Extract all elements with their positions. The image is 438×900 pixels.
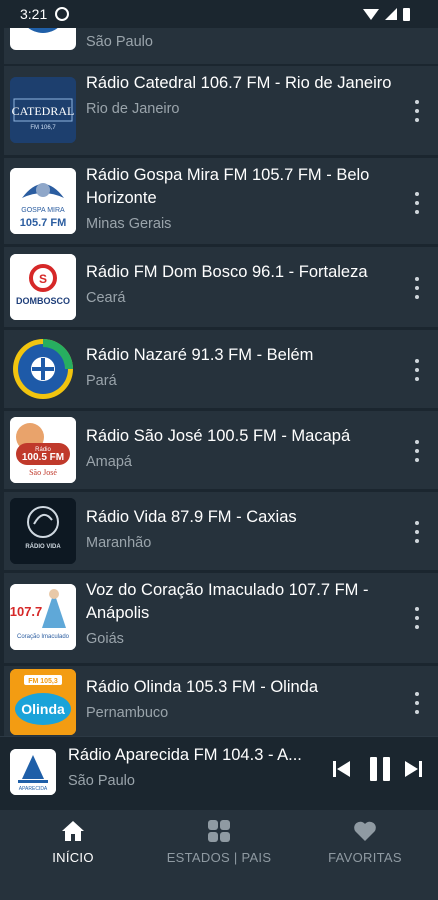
station-list[interactable]: São Paulo CATEDRAL FM 106,7 Rádio Catedr…: [0, 0, 438, 736]
catedral-logo: CATEDRAL FM 106,7: [10, 77, 76, 143]
svg-text:CATEDRAL: CATEDRAL: [12, 104, 75, 118]
station-title: Rádio FM Dom Bosco 96.1 - Fortaleza: [86, 263, 368, 281]
more-options-icon[interactable]: [410, 277, 424, 299]
dom-bosco-logo: S DOMBOSCO: [10, 254, 76, 320]
station-state: Goiás: [86, 631, 124, 647]
svg-text:RÁDIO VIDA: RÁDIO VIDA: [25, 543, 61, 550]
svg-text:107.7: 107.7: [10, 604, 42, 619]
now-playing-state: São Paulo: [68, 773, 135, 789]
olinda-logo: FM 105,3 Olinda: [10, 669, 76, 735]
more-options-icon[interactable]: [410, 192, 424, 214]
svg-text:APARECIDA: APARECIDA: [19, 786, 48, 792]
nav-home[interactable]: INÍCIO: [0, 820, 146, 865]
svg-text:Coração Imaculado: Coração Imaculado: [17, 634, 70, 640]
nav-favorites[interactable]: FAVORITAS: [292, 820, 438, 865]
station-title: Rádio Gospa Mira FM 105.7 FM - Belo Hori…: [86, 166, 370, 207]
station-row[interactable]: FM 105,3 Olinda Rádio Olinda 105.3 FM - …: [4, 666, 438, 736]
wifi-icon: [363, 8, 379, 20]
bottom-navigation: INÍCIO ESTADOS | PAIS FAVORITAS: [0, 810, 438, 900]
more-options-icon[interactable]: [410, 692, 424, 714]
nav-favorites-label: FAVORITAS: [328, 850, 402, 865]
more-options-icon[interactable]: [410, 359, 424, 381]
station-row[interactable]: 107.7 Coração Imaculado Voz do Coração I…: [4, 573, 438, 663]
mini-player[interactable]: APARECIDA Rádio Aparecida FM 104.3 - A..…: [0, 736, 438, 810]
previous-icon[interactable]: [333, 761, 351, 777]
station-row[interactable]: Rádio Nazaré 91.3 FM - Belém Pará: [4, 330, 438, 408]
svg-text:S: S: [39, 272, 47, 286]
heart-icon: [354, 821, 376, 841]
station-title: Voz do Coração Imaculado 107.7 FM - Anáp…: [86, 581, 369, 622]
vida-logo: RÁDIO VIDA: [10, 498, 76, 564]
pause-icon[interactable]: [370, 757, 390, 781]
settings-status-icon: [55, 7, 70, 21]
station-row[interactable]: GOSPA MIRA 105.7 FM Rádio Gospa Mira FM …: [4, 158, 438, 244]
status-bar: 3:21: [0, 0, 438, 28]
station-state: Pará: [86, 373, 117, 389]
gospa-mira-logo: GOSPA MIRA 105.7 FM: [10, 168, 76, 234]
station-title: Rádio Catedral 106.7 FM - Rio de Janeiro: [86, 74, 392, 92]
svg-text:GOSPA MIRA: GOSPA MIRA: [21, 207, 65, 214]
svg-text:FM 105,3: FM 105,3: [28, 678, 58, 685]
svg-text:DOMBOSCO: DOMBOSCO: [16, 296, 70, 306]
nav-states-label: ESTADOS | PAIS: [166, 850, 272, 865]
more-options-icon[interactable]: [410, 440, 424, 462]
svg-text:FM 106,7: FM 106,7: [30, 125, 56, 131]
next-icon[interactable]: [404, 761, 422, 777]
sao-jose-logo: Rádio 100.5 FM São José: [10, 417, 76, 483]
svg-text:São José: São José: [29, 468, 57, 477]
more-options-icon[interactable]: [410, 607, 424, 629]
more-options-icon[interactable]: [410, 521, 424, 543]
station-title: Rádio Vida 87.9 FM - Caxias: [86, 508, 297, 526]
nav-states[interactable]: ESTADOS | PAIS: [146, 820, 292, 865]
status-time: 3:21: [20, 6, 48, 22]
svg-text:100.5 FM: 100.5 FM: [22, 452, 64, 463]
battery-icon: [403, 7, 410, 21]
grid-icon: [208, 820, 230, 842]
signal-icon: [385, 8, 397, 20]
nav-home-label: INÍCIO: [52, 850, 94, 865]
station-row[interactable]: CATEDRAL FM 106,7 Rádio Catedral 106.7 F…: [4, 66, 438, 155]
station-title: Rádio São José 100.5 FM - Macapá: [86, 427, 351, 445]
station-state: Minas Gerais: [86, 216, 172, 232]
station-state: São Paulo: [86, 34, 153, 50]
station-row[interactable]: S DOMBOSCO Rádio FM Dom Bosco 96.1 - For…: [4, 247, 438, 327]
nazare-logo: [10, 336, 76, 402]
station-state: Maranhão: [86, 535, 152, 551]
svg-text:105.7 FM: 105.7 FM: [20, 217, 66, 229]
station-state: Pernambuco: [86, 705, 169, 721]
svg-text:Olinda: Olinda: [21, 701, 65, 717]
station-state: Rio de Janeiro: [86, 101, 180, 117]
station-title: Rádio Olinda 105.3 FM - Olinda: [86, 678, 319, 696]
station-row[interactable]: Rádio 100.5 FM São José Rádio São José 1…: [4, 411, 438, 489]
more-options-icon[interactable]: [410, 100, 424, 122]
station-title: Rádio Nazaré 91.3 FM - Belém: [86, 346, 314, 364]
now-playing-logo: APARECIDA: [10, 749, 56, 795]
station-state: Ceará: [86, 290, 126, 306]
now-playing-title: Rádio Aparecida FM 104.3 - A...: [68, 746, 302, 764]
voz-coracao-logo: 107.7 Coração Imaculado: [10, 584, 76, 650]
station-row[interactable]: RÁDIO VIDA Rádio Vida 87.9 FM - Caxias M…: [4, 492, 438, 570]
station-state: Amapá: [86, 454, 132, 470]
home-icon: [62, 821, 84, 841]
